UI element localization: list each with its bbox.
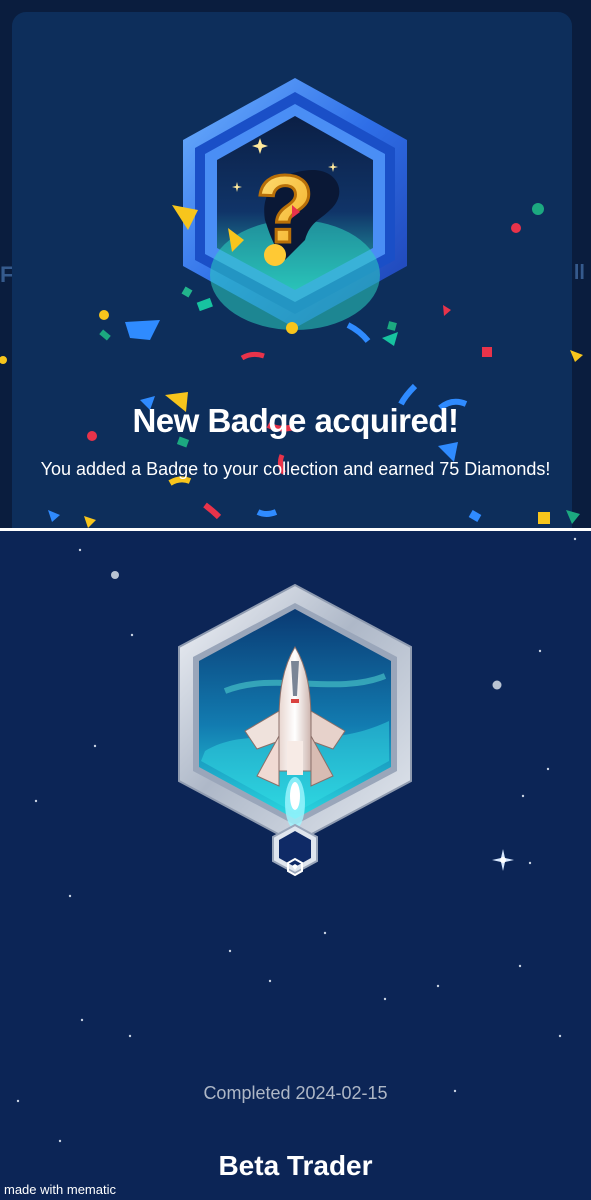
badge-detail-screen: Completed 2024-02-15 Beta Trader bbox=[0, 531, 591, 1200]
crypto-com-logo-icon bbox=[287, 857, 303, 877]
badge-title: Beta Trader bbox=[218, 1150, 373, 1181]
completed-date: Completed 2024-02-15 bbox=[203, 1083, 388, 1103]
modal-title: New Badge acquired! bbox=[132, 402, 459, 439]
watermark-text: made with mematic bbox=[4, 1182, 116, 1197]
reward-screen: F ll ? New Badge acquired! You added a B… bbox=[0, 0, 591, 528]
rocket-badge-icon bbox=[178, 583, 412, 875]
confetti-decoration bbox=[0, 203, 583, 528]
modal-message: You added a Badge to your collection and… bbox=[40, 459, 551, 479]
